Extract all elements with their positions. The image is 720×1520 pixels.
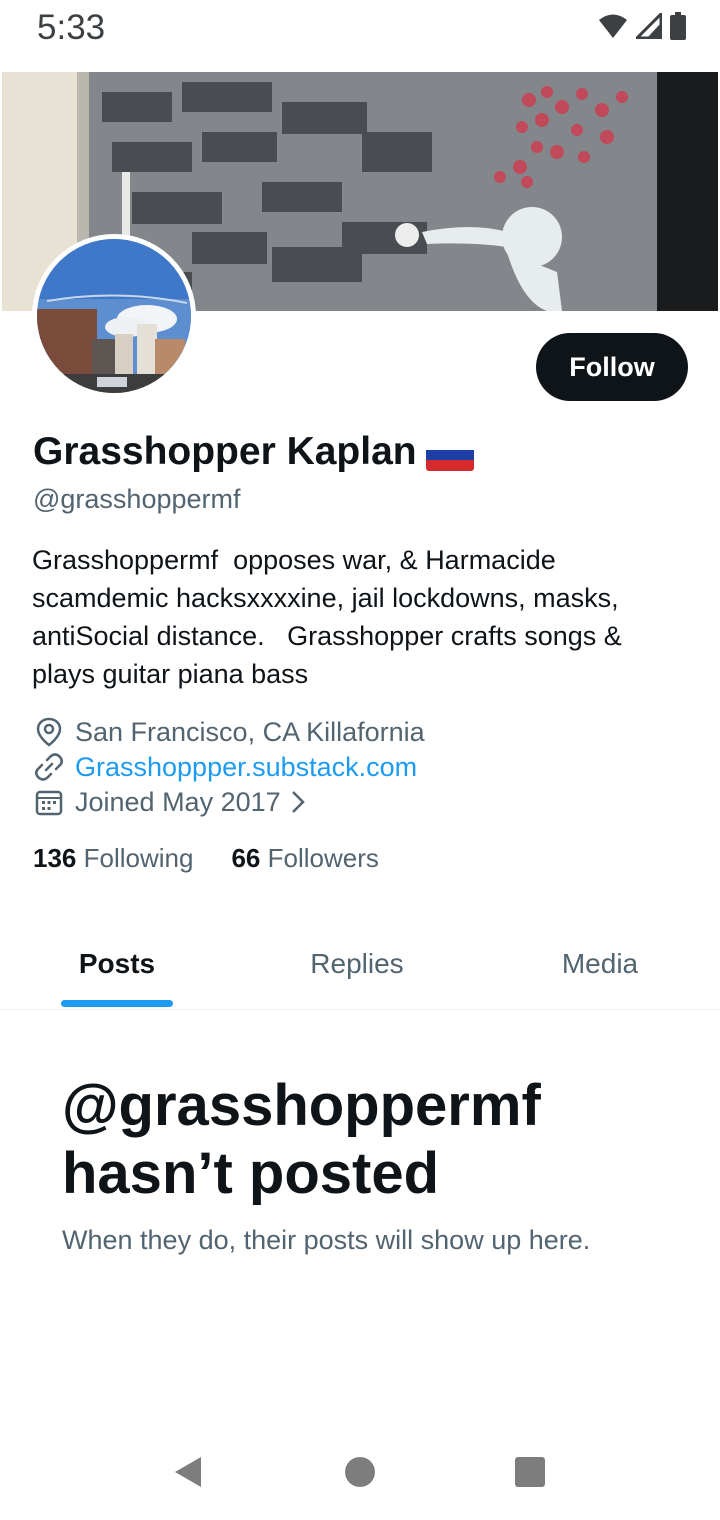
profile-name: Grasshopper Kaplan: [33, 430, 417, 473]
profile-tabs: Posts Replies Media: [0, 920, 720, 1010]
calendar-icon: [33, 786, 65, 818]
recents-icon[interactable]: [500, 1450, 560, 1494]
profile-handle: @grasshoppermf: [33, 484, 241, 514]
system-nav-bar: [0, 1420, 720, 1520]
follow-counts: 136 Following 66 Followers: [33, 843, 379, 874]
joined-text: Joined May 2017: [75, 786, 281, 817]
website-link[interactable]: Grasshoppper.substack.com: [75, 752, 417, 783]
link-icon: [33, 751, 65, 783]
wifi-icon: [598, 13, 628, 44]
joined-row[interactable]: Joined May 2017: [33, 785, 305, 819]
followers-label: Followers: [267, 843, 379, 873]
following-count: 136: [33, 843, 77, 873]
tab-posts[interactable]: Posts: [0, 920, 234, 1008]
back-icon[interactable]: [158, 1450, 218, 1494]
home-icon[interactable]: [330, 1450, 390, 1494]
status-icons: [598, 10, 686, 45]
location-row: San Francisco, CA Killafornia: [33, 715, 425, 749]
avatar[interactable]: [32, 234, 196, 398]
following-link[interactable]: 136 Following: [33, 843, 193, 874]
website-row[interactable]: Grasshoppper.substack.com: [33, 750, 417, 784]
location-pin-icon: [33, 716, 65, 748]
battery-icon: [670, 12, 686, 45]
location-text: San Francisco, CA Killafornia: [75, 716, 425, 747]
active-tab-indicator: [61, 1000, 173, 1007]
status-time: 5:33: [37, 8, 106, 47]
status-bar: 5:33: [0, 0, 720, 62]
empty-state-title: @grasshoppermf hasn’t posted: [62, 1073, 541, 1206]
profile-bio: Grasshoppermf opposes war, & Harmacide s…: [32, 545, 630, 689]
followers-link[interactable]: 66 Followers: [231, 843, 378, 874]
empty-state-subtitle: When they do, their posts will show up h…: [62, 1225, 591, 1255]
tab-replies[interactable]: Replies: [240, 920, 474, 1008]
follow-button[interactable]: Follow: [536, 333, 688, 401]
tab-media[interactable]: Media: [480, 920, 720, 1008]
following-label: Following: [83, 843, 194, 873]
cell-signal-icon: [633, 10, 663, 44]
followers-count: 66: [231, 843, 261, 873]
chevron-right-icon: [291, 790, 305, 814]
russia-flag-icon: [426, 439, 474, 471]
